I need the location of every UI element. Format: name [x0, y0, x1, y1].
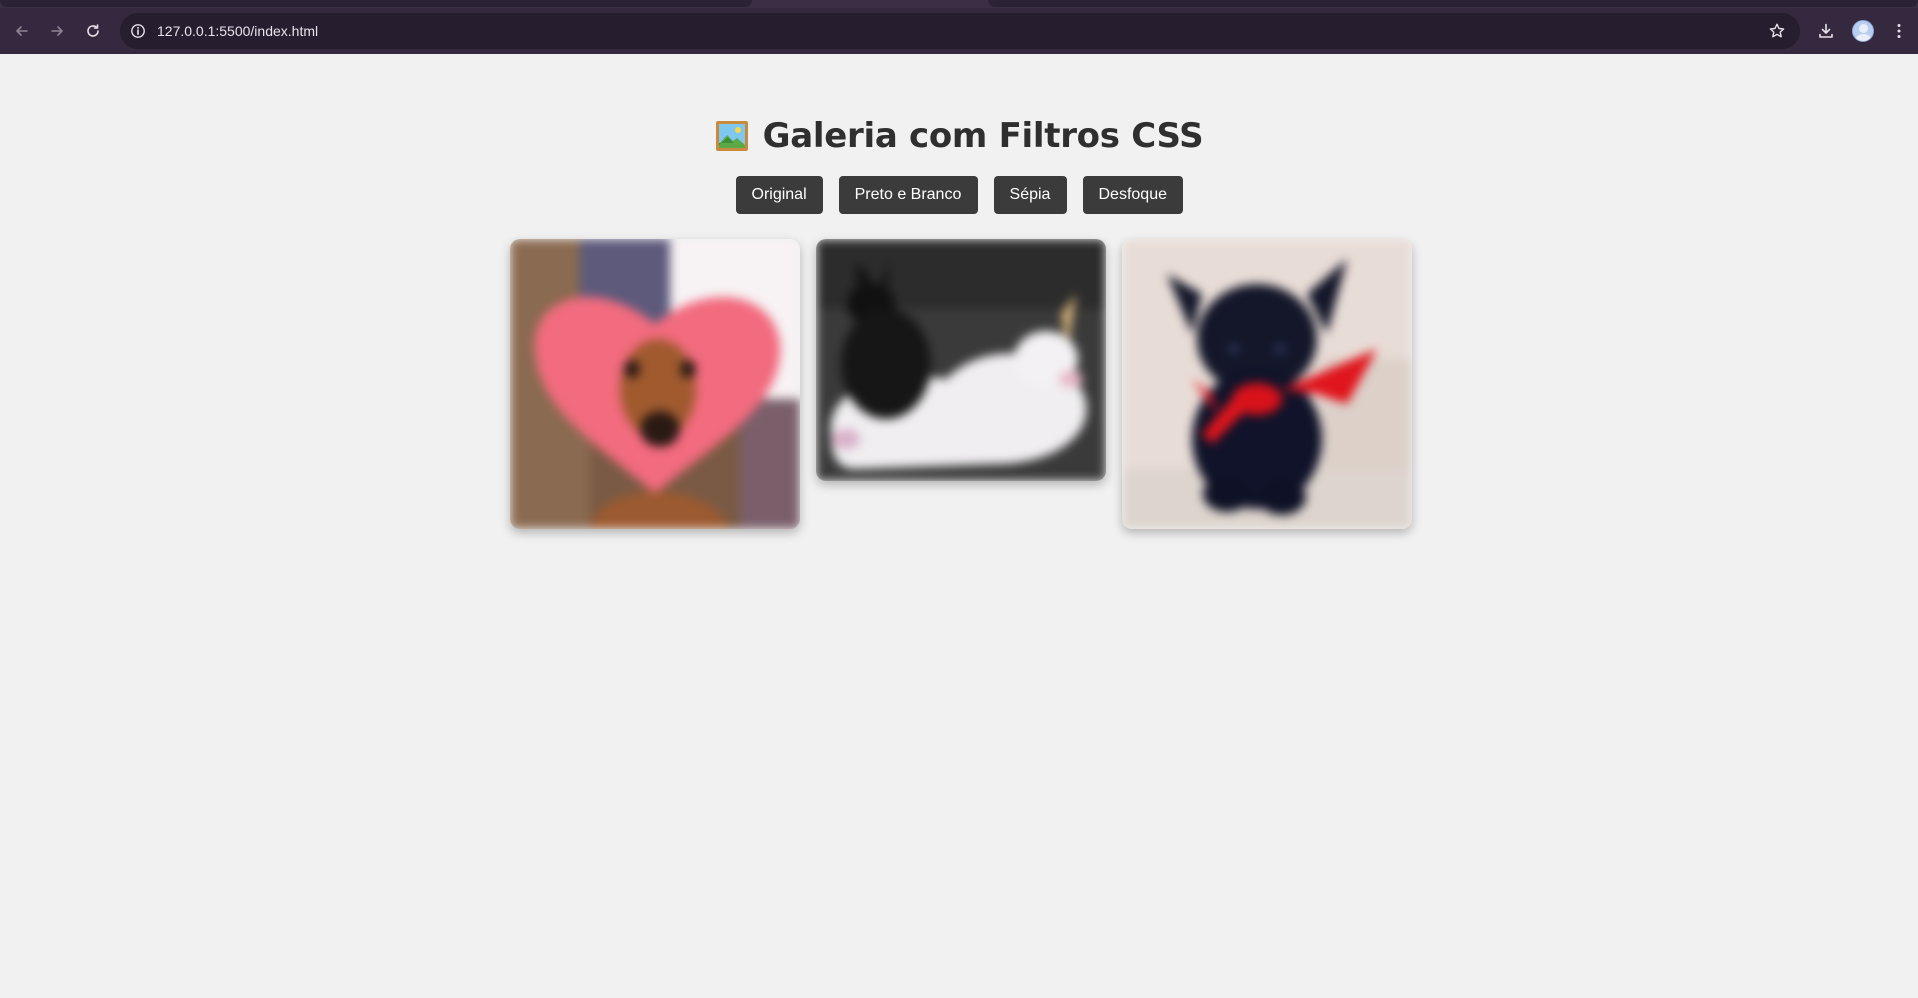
url-text[interactable]: 127.0.0.1:5500/index.html: [157, 23, 318, 39]
info-icon[interactable]: [130, 23, 146, 39]
gallery-image-dog: [510, 239, 800, 529]
kebab-menu-icon: [1897, 24, 1901, 38]
download-icon: [1819, 23, 1833, 38]
gallery-image-unicorn: [816, 239, 1106, 481]
filter-sepia-button[interactable]: Sépia: [993, 176, 1067, 214]
filter-blur-button[interactable]: Desfoque: [1082, 176, 1183, 214]
reload-button[interactable]: [83, 21, 103, 41]
arrow-right-icon: [51, 26, 63, 36]
filter-buttons: Original Preto e Branco Sépia Desfoque: [0, 176, 1918, 214]
forward-button[interactable]: [47, 21, 67, 41]
filter-original-button[interactable]: Original: [735, 176, 823, 214]
browser-menu-button[interactable]: [1889, 21, 1909, 41]
page-content: Galeria com Filtros CSS Original Preto e…: [0, 54, 1918, 998]
dog-with-pink-heart-image: [510, 239, 800, 529]
reload-icon: [87, 24, 99, 37]
framed-picture-icon: [715, 121, 748, 151]
page-title-text: Galeria com Filtros CSS: [762, 116, 1204, 156]
black-cat-on-unicorn-plush-image: [816, 239, 1106, 481]
back-button[interactable]: [12, 21, 32, 41]
tab-inactive[interactable]: [0, 0, 752, 7]
browser-chrome: 127.0.0.1:5500/index.html: [0, 0, 1918, 54]
black-kitten-with-red-bow-image: [1122, 239, 1412, 529]
arrow-left-icon: [16, 26, 28, 36]
filter-grayscale-button[interactable]: Preto e Branco: [838, 176, 978, 214]
gallery-image-kitten: [1122, 239, 1412, 529]
avatar[interactable]: [1852, 20, 1874, 42]
gallery: [510, 239, 1412, 539]
browser-toolbar: 127.0.0.1:5500/index.html: [0, 8, 1918, 54]
star-icon[interactable]: [1768, 22, 1786, 40]
downloads-button[interactable]: [1816, 21, 1836, 41]
address-bar[interactable]: 127.0.0.1:5500/index.html: [120, 13, 1800, 49]
tab-inactive[interactable]: [988, 0, 1918, 7]
tab-strip: [0, 0, 1918, 8]
page-title: Galeria com Filtros CSS: [0, 116, 1918, 156]
